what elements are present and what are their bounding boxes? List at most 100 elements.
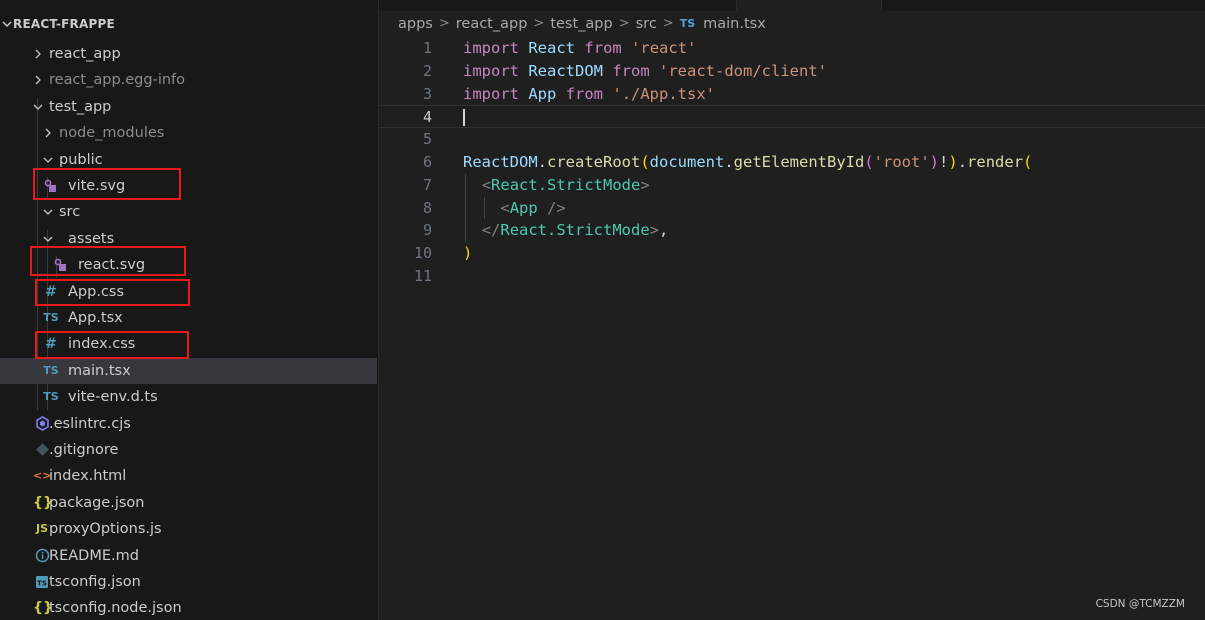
code-text: <React.StrictMode> [481,175,650,194]
breadcrumb-file[interactable]: main.tsx [703,13,766,35]
tree-item-label: src [59,204,81,221]
code-editor[interactable]: apps > react_app > test_app > src > TS main.tsx 1… [379,0,1205,620]
tree-file-app-tsx[interactable]: TS App.tsx [0,305,377,331]
line-number: 8 [422,198,432,217]
typescript-file-icon: TS [43,390,59,404]
tree-item-label: public [59,151,103,168]
breadcrumb-react-app[interactable]: react_app [456,13,528,35]
tree-file-vite-svg[interactable]: vite.svg [0,173,377,199]
svg-file-icon [52,252,70,278]
text-cursor [463,109,465,127]
code-line[interactable]: 6 ReactDOM.createRoot(document.getElement… [379,151,1205,174]
code-text: </React.StrictMode>, [481,221,669,240]
breadcrumb-src[interactable]: src [636,13,657,35]
typescript-file-icon: TS [679,17,696,30]
code-line[interactable]: 1 import React from 'react' [379,37,1205,60]
tree-item-label: main.tsx [68,362,131,379]
tab-strip [379,0,1205,11]
code-text: ) [463,244,473,263]
tree-file-tsconfig-json[interactable]: TS tsconfig.json [0,569,377,595]
line-number: 4 [422,108,432,127]
tree-file-index-html[interactable]: <> index.html [0,463,377,489]
css-file-icon: # [45,283,57,300]
tree-file-proxyoptions-js[interactable]: JS proxyOptions.js [0,516,377,542]
line-number: 6 [422,153,432,171]
code-line[interactable]: 8 <App /> [379,197,1205,220]
indent-guide [465,173,466,243]
line-number: 5 [422,130,432,149]
tree-file-package-json[interactable]: {} package.json [0,490,377,516]
tree-folder-react-app[interactable]: react_app [0,41,377,67]
tree-file-readme-md[interactable]: README.md [0,543,377,569]
tree-item-label: tsconfig.node.json [49,600,182,617]
explorer-root-label: REACT-FRAPPE [13,17,115,31]
explorer-sidebar: REACT-FRAPPE react_app react_app.egg-info… [0,0,379,620]
line-number: 3 [422,84,432,103]
tree-folder-assets[interactable]: assets [0,226,377,252]
tree-file-index-css[interactable]: # index.css [0,331,377,357]
tree-item-label: index.html [49,468,127,485]
tree-item-label: proxyOptions.js [49,521,162,538]
tree-file-main-tsx[interactable]: TS main.tsx [0,357,377,384]
chevron-down-icon [31,94,45,120]
tree-file-vite-env-d-ts[interactable]: TS vite-env.d.ts [0,384,377,410]
chevron-right-icon: > [662,16,674,31]
chevron-right-icon: > [533,16,545,31]
chevron-right-icon: > [618,16,630,31]
tree-folder-src[interactable]: src [0,199,377,225]
code-line[interactable]: 9 </React.StrictMode>, [379,219,1205,242]
breadcrumb-apps[interactable]: apps [398,13,433,35]
tree-folder-react-app-egg-info[interactable]: react_app.egg-info [0,67,377,93]
tree-file-gitignore[interactable]: .gitignore [0,437,377,463]
code-line[interactable]: 11 [379,265,1205,288]
chevron-down-icon [41,199,55,225]
tree-item-label: assets [68,230,115,247]
tree-file-eslintrc-cjs[interactable]: .eslintrc.cjs [0,411,377,437]
chevron-down-icon [41,147,55,173]
line-number: 10 [413,244,432,263]
chevron-right-icon [31,41,45,67]
code-text: import React from 'react' [463,39,697,57]
css-file-icon: # [45,336,57,353]
watermark: CSDN @TCMZZM [1095,598,1185,610]
tree-item-label: .eslintrc.cjs [49,415,131,432]
line-number: 7 [422,175,432,194]
code-line[interactable]: 7 <React.StrictMode> [379,174,1205,197]
tree-item-label: App.css [68,283,125,300]
tree-item-label: react_app.egg-info [49,72,186,89]
tree-item-label: node_modules [59,125,165,142]
code-line[interactable]: 4 [379,105,1205,129]
tree-folder-public[interactable]: public [0,147,377,173]
chevron-right-icon: > [438,16,450,31]
code-line[interactable]: 2 import ReactDOM from 'react-dom/client' [379,60,1205,83]
code-line[interactable]: 10) [379,242,1205,265]
tree-item-label: .gitignore [49,442,119,458]
typescript-file-icon: TS [43,363,59,377]
code-line[interactable]: 3 import App from './App.tsx' [379,83,1205,106]
code-text: <App /> [500,198,566,217]
line-number: 9 [422,221,432,240]
tree-folder-test-app[interactable]: test_app [0,94,377,120]
breadcrumb-test-app[interactable]: test_app [550,13,612,35]
svg-text:TS: TS [37,580,47,588]
code-text: import App from './App.tsx' [463,84,716,103]
tree-file-tsconfig-node-json[interactable]: {} tsconfig.node.json [0,595,377,620]
tree-folder-node-modules[interactable]: node_modules [0,120,377,146]
indent-guide [484,196,485,220]
svg-file-icon [42,173,60,199]
tree-file-react-svg[interactable]: react.svg [0,252,377,278]
tree-item-label: test_app [49,98,112,115]
code-text: ReactDOM.createRoot(document.getElementB… [463,153,1033,171]
chevron-right-icon [41,120,55,146]
breadcrumb: apps > react_app > test_app > src > TS main.tsx [398,13,766,35]
tab-main-tsx[interactable] [736,0,882,11]
typescript-file-icon: TS [43,311,59,324]
tree-item-label: tsconfig.json [49,574,141,590]
chevron-down-icon [2,13,12,42]
chevron-down-icon [41,226,55,252]
tree-file-app-css[interactable]: # App.css [0,279,377,305]
code-line[interactable]: 5 [379,128,1205,151]
tree-item-label: vite-env.d.ts [68,389,158,406]
tree-item-label: react_app [49,46,121,62]
tree-item-label: react.svg [78,257,146,274]
